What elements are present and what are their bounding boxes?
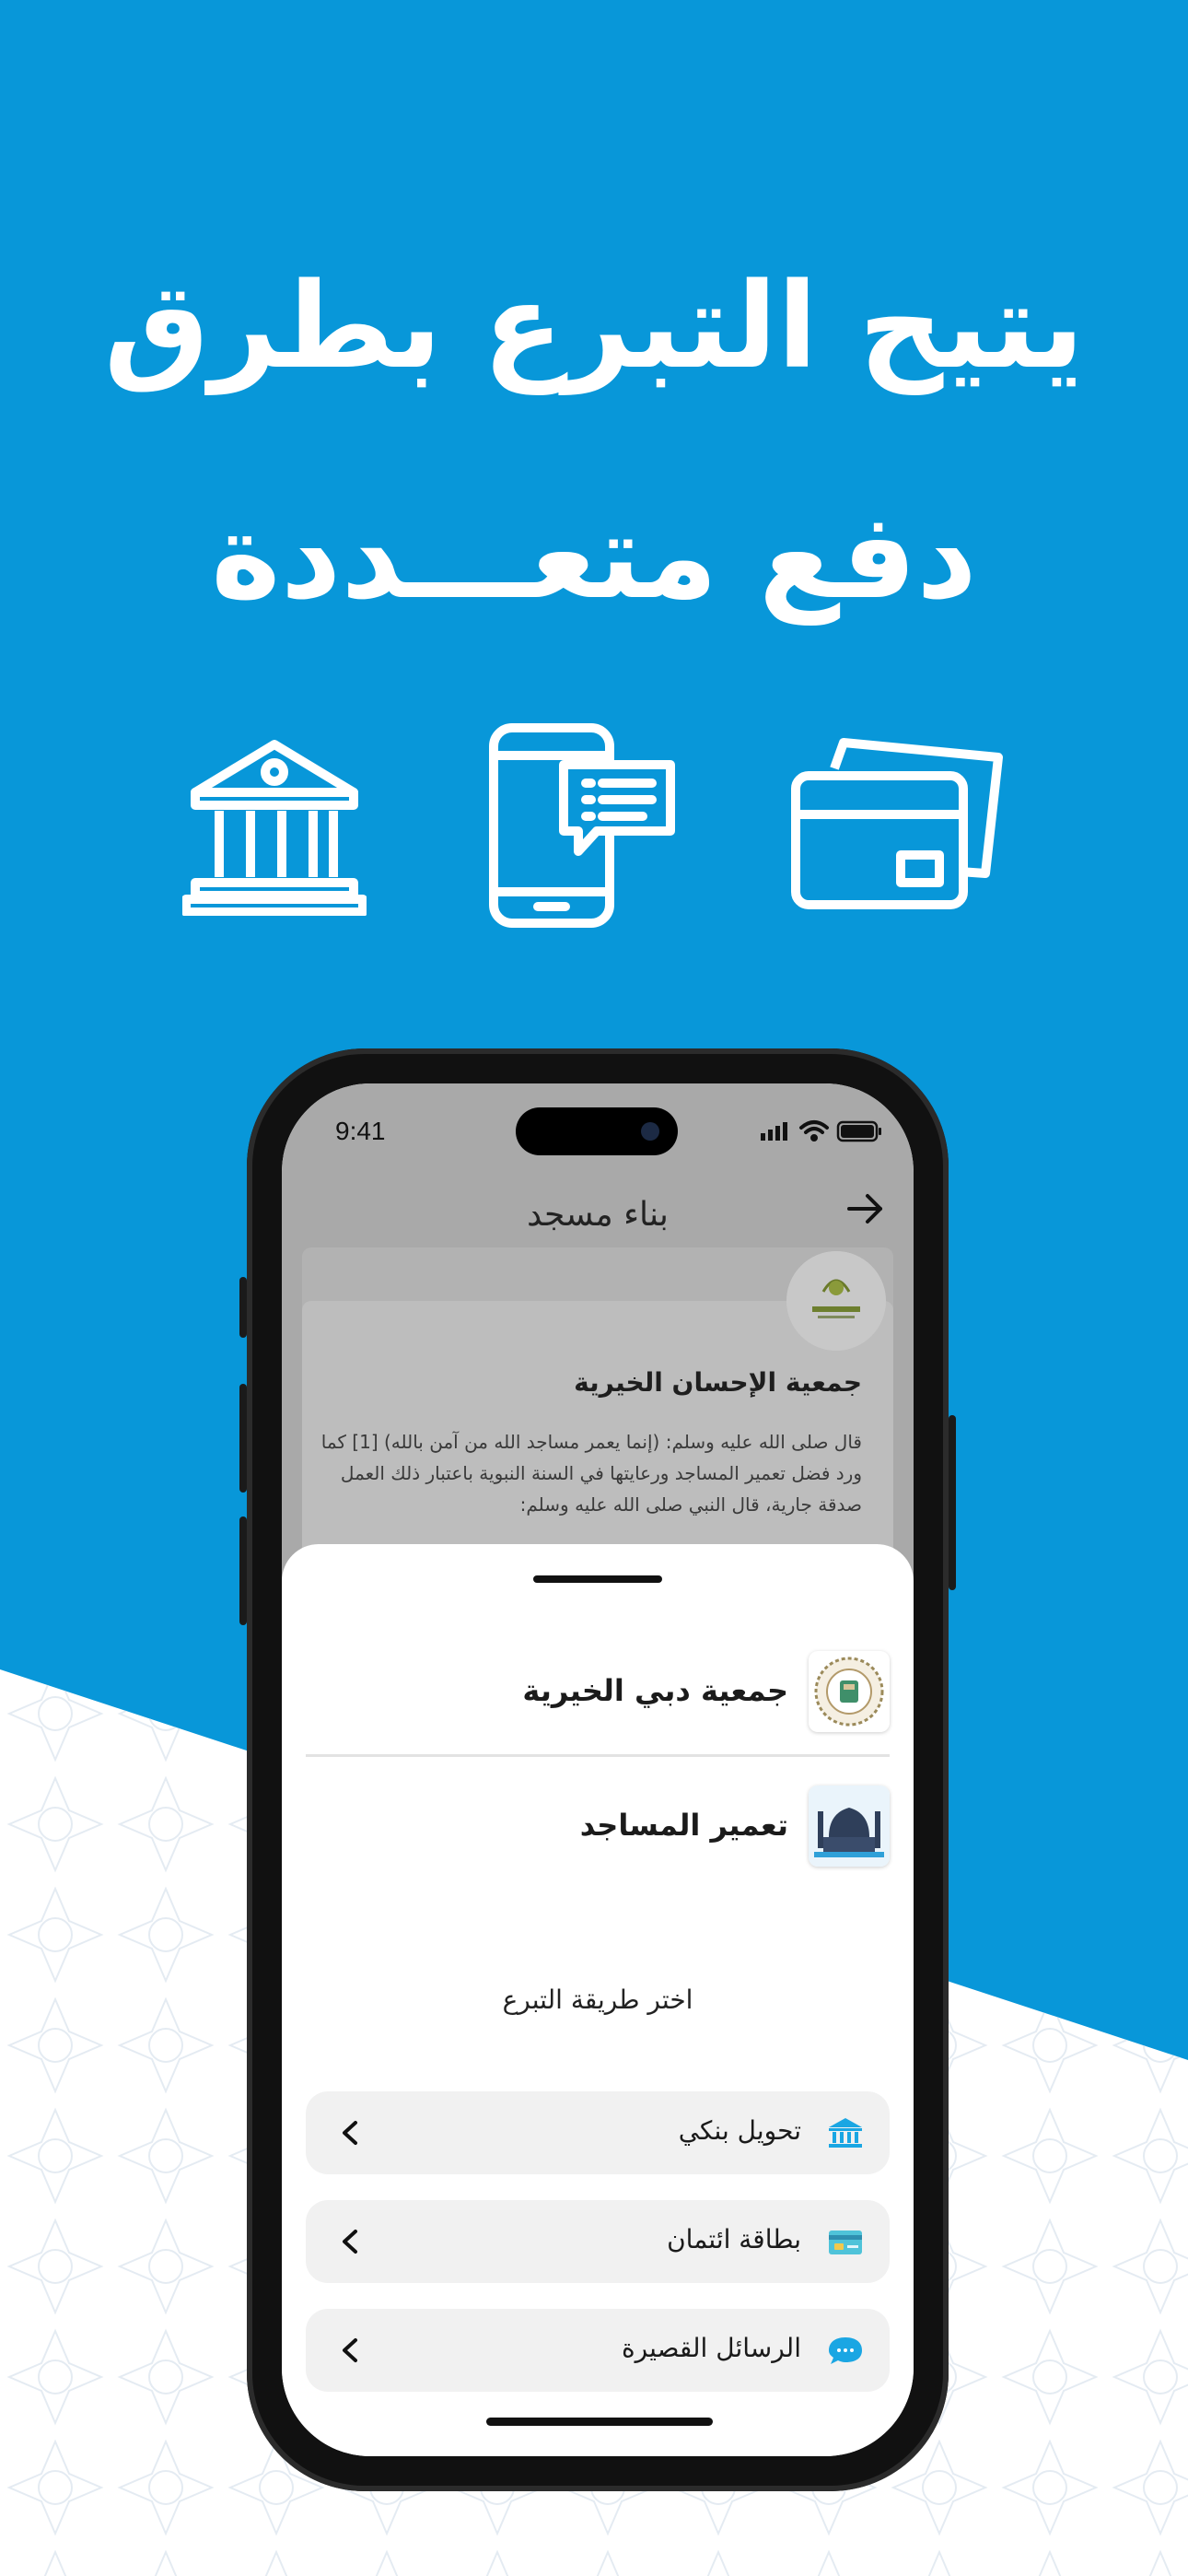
entity-label-mosque: تعمير المساجد <box>579 1808 788 1843</box>
status-icons <box>761 1120 881 1142</box>
method-label-bank-transfer: تحويل بنكي <box>678 2115 801 2146</box>
method-label-credit-card: بطاقة ائتمان <box>667 2224 801 2254</box>
donation-bottom-sheet: جمعية دبي الخيرية تعمير المساجد اختر طري… <box>282 1544 914 2456</box>
org-name: جمعية الإحسان الخيرية <box>574 1367 862 1398</box>
volume-up-button <box>239 1384 247 1493</box>
credit-card-icon <box>829 2231 862 2254</box>
method-sms[interactable]: الرسائل القصيرة <box>306 2309 890 2392</box>
method-credit-card[interactable]: بطاقة ائتمان <box>306 2200 890 2283</box>
sms-phone-icon <box>489 723 675 928</box>
charity-logo-icon <box>809 1651 890 1732</box>
entity-row-mosque: تعمير المساجد <box>306 1780 890 1872</box>
phone-mockup: 9:41 بناء مسجد جمعية الإحسان الخيرية قال… <box>239 1048 956 2491</box>
method-bank-transfer[interactable]: تحويل بنكي <box>306 2091 890 2174</box>
entity-label-charity: جمعية دبي الخيرية <box>522 1673 788 1708</box>
choose-method-label: اختر طريقة التبرع <box>502 1985 693 2015</box>
home-indicator[interactable] <box>486 2418 713 2426</box>
signal-icon <box>761 1122 787 1141</box>
headline-line-2: دفع متعـــددة <box>211 488 977 626</box>
status-time: 9:41 <box>335 1117 386 1145</box>
back-arrow-icon[interactable] <box>844 1187 888 1231</box>
method-label-sms: الرسائل القصيرة <box>622 2333 801 2363</box>
credit-card-icon <box>791 738 1003 909</box>
org-logo-icon <box>786 1251 886 1351</box>
dynamic-island <box>516 1107 678 1155</box>
camera-icon <box>641 1122 659 1141</box>
wifi-icon <box>799 1120 829 1142</box>
silent-switch <box>239 1277 247 1338</box>
sheet-grabber[interactable] <box>533 1575 662 1583</box>
bank-icon <box>829 2118 862 2148</box>
sheet-divider <box>306 1754 890 1757</box>
chevron-left-icon <box>343 2121 357 2145</box>
org-description: قال صلى الله عليه وسلم: (إنما يعمر مساجد… <box>320 1431 862 1516</box>
headline-line-1: يتيح التبرع بطرق <box>103 258 1085 395</box>
entity-row-charity: جمعية دبي الخيرية <box>306 1645 890 1738</box>
page-title: بناء مسجد <box>527 1196 669 1234</box>
power-button <box>949 1415 956 1590</box>
bank-icon <box>182 740 367 916</box>
mosque-icon <box>809 1786 890 1867</box>
volume-down-button <box>239 1516 247 1625</box>
chevron-left-icon <box>343 2230 357 2254</box>
battery-icon <box>836 1120 881 1142</box>
sms-bubble-icon <box>829 2337 862 2364</box>
chevron-left-icon <box>343 2338 357 2362</box>
phone-screen: 9:41 بناء مسجد جمعية الإحسان الخيرية قال… <box>282 1083 914 2456</box>
